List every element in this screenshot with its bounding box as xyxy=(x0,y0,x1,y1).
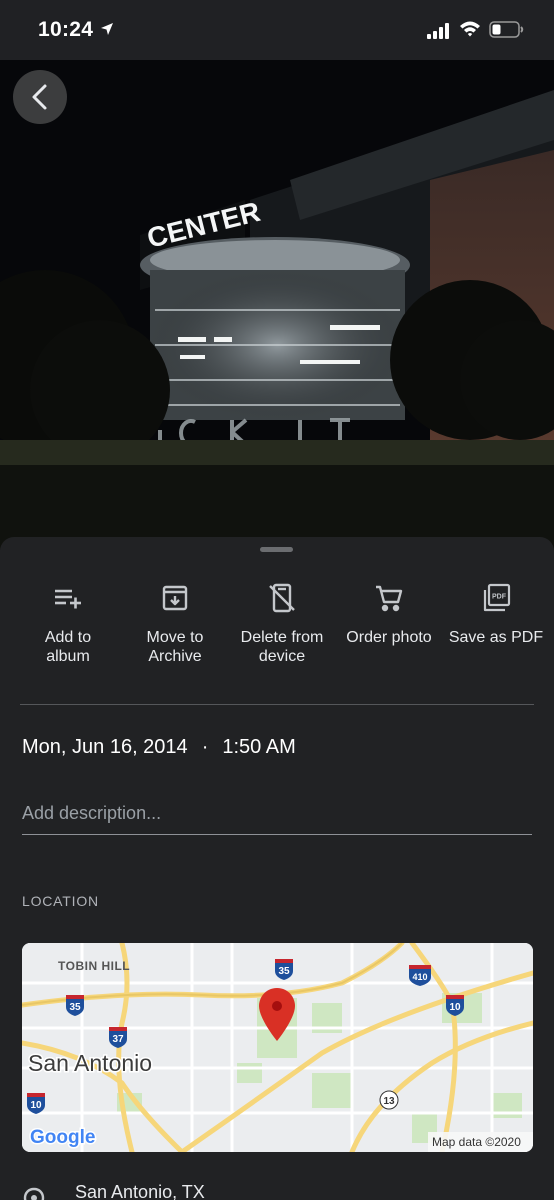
add-to-album-button[interactable]: Add to album xyxy=(14,582,122,666)
google-logo: Google xyxy=(30,1127,95,1148)
description-placeholder: Add description... xyxy=(22,803,162,823)
shield-label: 13 xyxy=(383,1096,395,1107)
actions-row: Add to album Move to Archive Delete from… xyxy=(0,582,554,682)
order-photo-label: Order photo xyxy=(346,629,432,646)
map-image: 35 35 37 10 410 10 13 TOBIN HILL San Ant… xyxy=(22,943,533,1152)
description-input[interactable]: Add description... xyxy=(22,801,532,835)
date-time-row[interactable]: Mon, Jun 16, 2014 · 1:50 AM xyxy=(22,736,296,759)
chevron-left-icon xyxy=(32,84,47,110)
shield-label: 37 xyxy=(112,1034,124,1045)
shield-label: 10 xyxy=(449,1002,461,1013)
drag-handle[interactable] xyxy=(260,547,293,552)
wifi-icon xyxy=(459,20,481,43)
map-attribution: Map data ©2020 xyxy=(432,1135,521,1149)
city-label: San Antonio xyxy=(28,1050,152,1076)
delete-from-device-button[interactable]: Delete from device xyxy=(228,582,336,666)
place-name: San Antonio, TX xyxy=(75,1182,205,1200)
cellular-signal-icon xyxy=(427,23,451,44)
actions-divider xyxy=(20,704,534,705)
pdf-icon: PDF xyxy=(483,583,511,612)
location-map[interactable]: 35 35 37 10 410 10 13 TOBIN HILL San Ant… xyxy=(22,943,533,1152)
save-as-pdf-label: Save as PDF xyxy=(448,629,544,646)
status-time: 10:24 xyxy=(38,18,94,41)
delete-from-device-label: Delete from device xyxy=(240,629,324,665)
cart-icon xyxy=(376,585,403,612)
move-to-archive-button[interactable]: Move to Archive xyxy=(121,582,229,666)
location-pin-outline-icon xyxy=(22,1187,46,1200)
shield-label: 35 xyxy=(278,966,290,977)
back-button[interactable] xyxy=(13,70,67,124)
move-to-archive-label: Move to Archive xyxy=(146,629,204,665)
details-sheet: Add to album Move to Archive Delete from… xyxy=(0,537,554,1200)
svg-text:PDF: PDF xyxy=(492,594,507,601)
order-photo-button[interactable]: Order photo xyxy=(335,582,443,647)
status-bar: 10:24 xyxy=(0,0,554,60)
add-to-album-label: Add to album xyxy=(44,629,92,665)
playlist-add-icon xyxy=(55,589,81,609)
neighborhood-label: TOBIN HILL xyxy=(58,959,130,973)
photo-detail-screen: 10:24 CENTER Add to album Move to Archiv… xyxy=(0,0,554,1200)
archive-icon xyxy=(162,585,188,611)
battery-icon xyxy=(489,21,525,44)
save-as-pdf-button[interactable]: PDF Save as PDF xyxy=(442,582,550,647)
photo-time: 1:50 AM xyxy=(222,736,296,758)
shield-label: 10 xyxy=(30,1100,42,1111)
photo-date: Mon, Jun 16, 2014 xyxy=(22,736,188,758)
location-header: LOCATION xyxy=(22,893,99,909)
shield-label: 410 xyxy=(412,972,427,982)
delete-from-device-icon xyxy=(269,583,295,613)
arena-photo: CENTER xyxy=(0,60,554,550)
separator-dot: · xyxy=(201,736,209,758)
shield-label: 35 xyxy=(69,1002,81,1013)
location-arrow-icon xyxy=(100,22,114,41)
photo-viewer[interactable]: CENTER xyxy=(0,60,554,550)
